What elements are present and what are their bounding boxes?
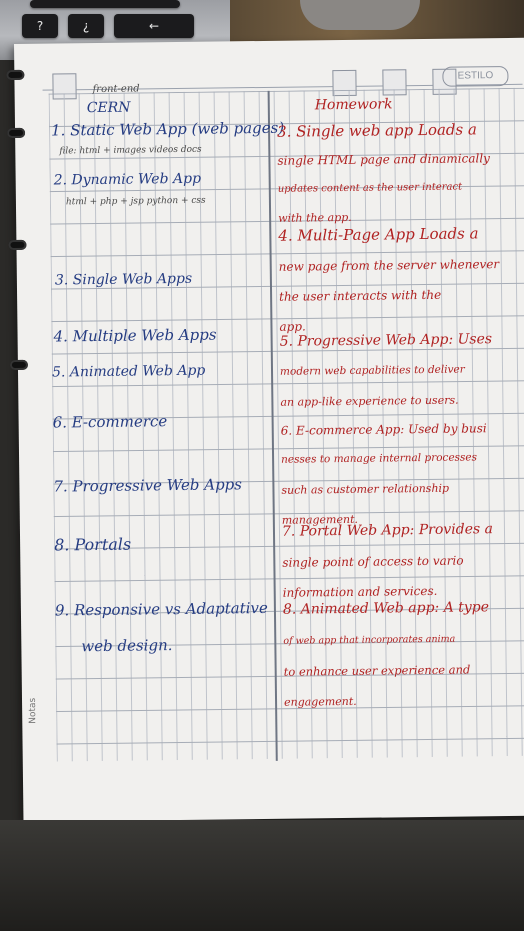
- list-item-sub: web design.: [81, 636, 173, 656]
- key-top-row: [30, 0, 180, 8]
- list-item: 4. Multiple Web Apps: [53, 325, 217, 346]
- list-item: 5. Animated Web App: [51, 362, 206, 381]
- list-item: 2. Dynamic Web App: [53, 170, 202, 189]
- brand-label: ESTILO: [442, 65, 509, 87]
- list-item: 6. E-commerce: [52, 412, 168, 432]
- list-item: 1. Static Web App (web pages): [50, 118, 285, 140]
- list-item: 7. Progressive Web Apps: [53, 475, 243, 496]
- homework-line: such as customer relationship: [281, 481, 450, 497]
- homework-line: an app-like experience to users.: [280, 393, 459, 409]
- homework-line: modern web capabilities to deliver: [279, 363, 465, 378]
- list-item: 3. Single Web Apps: [54, 270, 193, 289]
- table-surface: [0, 820, 524, 931]
- binder-ring-icon: [7, 127, 26, 139]
- homework-line: 4. Multi-Page App Loads a: [278, 224, 479, 245]
- key-inverted-question: ¿: [68, 14, 104, 38]
- binder-ring-icon: [6, 69, 25, 81]
- pouch: [300, 0, 420, 30]
- homework-line: with the app.: [278, 210, 352, 225]
- homework-line: information and services.: [282, 583, 438, 600]
- homework-line: app.: [279, 319, 306, 334]
- homework-line: to enhance user experience and: [283, 662, 471, 679]
- note-cern: CERN: [86, 99, 131, 117]
- list-item-sub: html + php + jsp python + css: [65, 195, 206, 208]
- binder-ring-icon: [9, 359, 28, 371]
- notebook-page: ESTILO front-end CERN 1. Static Web App …: [6, 37, 524, 822]
- homework-line: 8. Animated Web app: A type: [282, 599, 490, 618]
- key-backspace: ←: [114, 14, 194, 38]
- homework-title: Homework: [314, 96, 393, 114]
- homework-line: single point of access to vario: [282, 553, 464, 570]
- binder-ring-icon: [8, 239, 27, 251]
- notes-label: Notas: [27, 697, 39, 724]
- homework-line: 7. Portal Web App: Provides a: [281, 521, 494, 540]
- homework-line: new page from the server whenever: [278, 257, 500, 274]
- homework-line: 5. Progressive Web App: Uses: [279, 331, 493, 350]
- homework-line: 3. Single web app Loads a: [276, 120, 477, 141]
- list-item: 9. Responsive vs Adaptative: [54, 598, 268, 620]
- homework-line: the user interacts with the: [279, 287, 442, 304]
- homework-line: 6. E-commerce App: Used by busi: [280, 421, 487, 438]
- homework-line: nesses to manage internal processes: [281, 451, 478, 466]
- key-question: ?: [22, 14, 58, 38]
- note-frontend: front-end: [92, 83, 140, 96]
- homework-line: engagement.: [283, 694, 357, 709]
- homework-line: of web app that incorporates anima: [283, 633, 456, 647]
- homework-line: single HTML page and dinamically: [277, 151, 490, 168]
- list-item: 8. Portals: [54, 534, 132, 555]
- list-item-sub: file: html + images videos docs: [59, 144, 202, 157]
